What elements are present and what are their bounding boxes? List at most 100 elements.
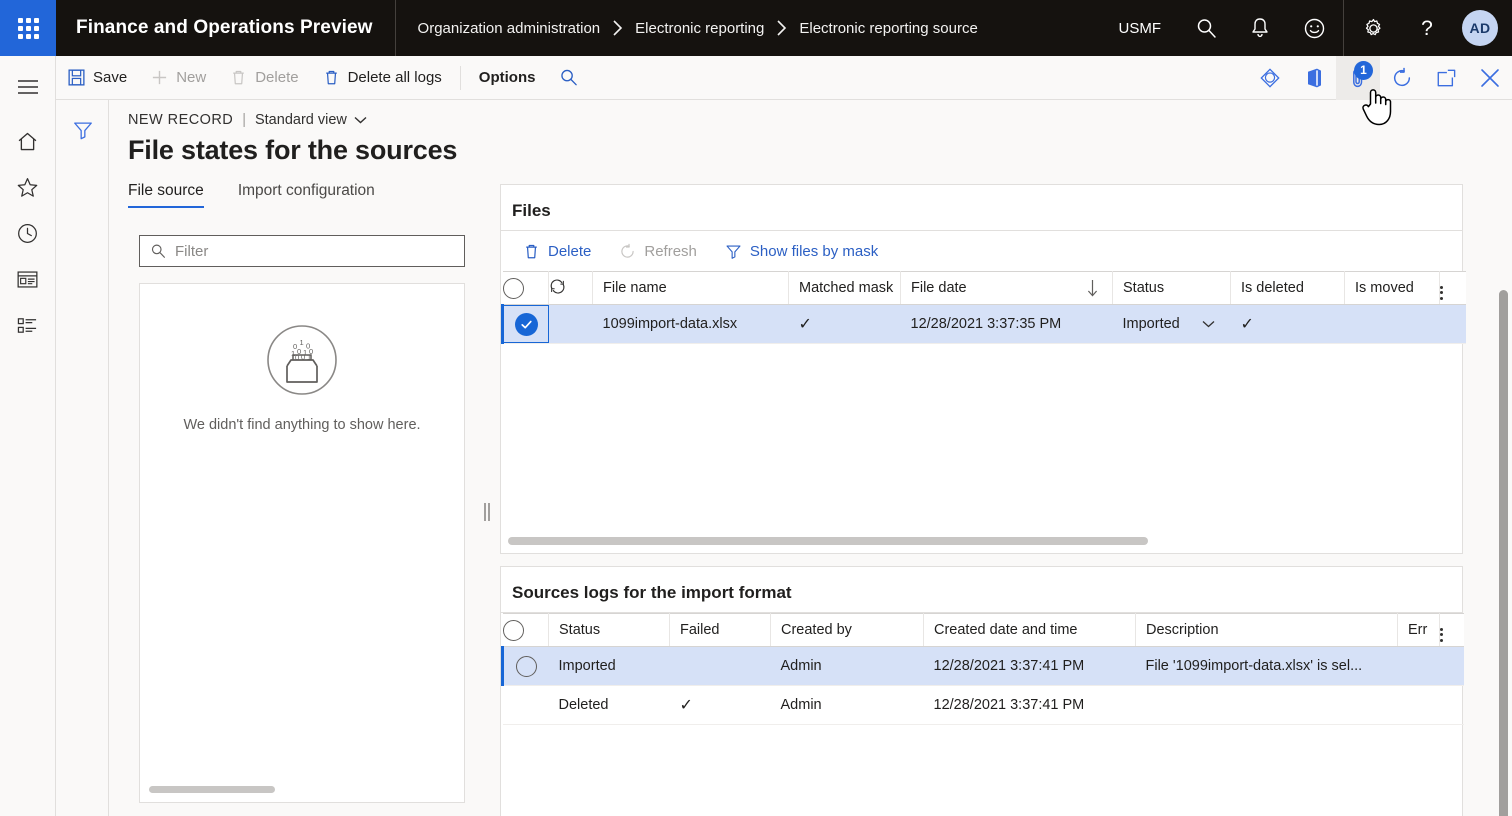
files-column-is-deleted[interactable]: Is deleted	[1231, 272, 1345, 305]
logs-column-created-by[interactable]: Created by	[771, 614, 924, 647]
logs-cell-created-date[interactable]: 12/28/2021 3:37:41 PM	[924, 647, 1136, 686]
tab-file-source-label: File source	[128, 182, 204, 199]
table-row[interactable]: 1099import-data.xlsx ✓ 12/28/2021 3:37:3…	[503, 305, 1466, 344]
sidebar-item-recent[interactable]	[0, 210, 56, 256]
files-column-file-name[interactable]: File name	[593, 272, 789, 305]
files-row-refresh-header[interactable]	[549, 272, 593, 305]
company-selector[interactable]: USMF	[1101, 20, 1180, 37]
files-row-spacer	[1440, 305, 1466, 344]
empty-state-message: We didn't find anything to show here.	[183, 417, 420, 433]
logs-cell-failed[interactable]	[670, 647, 771, 686]
notifications-icon[interactable]	[1233, 0, 1287, 56]
new-button[interactable]: New	[139, 56, 218, 100]
tab-file-source[interactable]: File source	[128, 182, 204, 208]
search-icon[interactable]	[1179, 0, 1233, 56]
logs-row-select-radio[interactable]	[503, 686, 549, 725]
top-navigation-bar: Finance and Operations Preview Organizat…	[0, 0, 1512, 56]
files-column-matched-mask[interactable]: Matched mask	[789, 272, 901, 305]
logs-row-select-radio[interactable]	[503, 647, 549, 686]
user-avatar[interactable]: AD	[1462, 10, 1498, 46]
options-button[interactable]: Options	[467, 56, 548, 100]
popout-icon[interactable]	[1424, 56, 1468, 100]
files-cell-status-value: Imported	[1123, 316, 1180, 332]
page-vertical-scrollbar-thumb[interactable]	[1499, 290, 1508, 816]
filter-icon[interactable]	[56, 108, 109, 152]
logs-cell-created-date[interactable]: 12/28/2021 3:37:41 PM	[924, 686, 1136, 725]
show-files-by-mask-button[interactable]: Show files by mask	[713, 235, 890, 267]
sidebar-item-menu[interactable]	[0, 64, 56, 110]
personalize-icon[interactable]	[1248, 56, 1292, 100]
breadcrumb-item-electronic-reporting[interactable]: Electronic reporting	[635, 20, 764, 37]
select-all-circle-icon[interactable]	[503, 620, 524, 641]
logs-cell-created-by[interactable]: Admin	[771, 647, 924, 686]
logs-cell-created-by[interactable]: Admin	[771, 686, 924, 725]
close-icon[interactable]	[1468, 56, 1512, 100]
logs-column-failed[interactable]: Failed	[670, 614, 771, 647]
chevron-right-icon	[764, 20, 799, 36]
logs-column-error[interactable]: Err	[1398, 614, 1440, 647]
empty-folder-icon: 0 1 0 1 0 1 0 0 0 1	[266, 324, 338, 401]
delete-all-logs-button[interactable]: Delete all logs	[311, 56, 454, 100]
left-pane-horizontal-scrollbar[interactable]	[149, 786, 275, 793]
files-grid-horizontal-scrollbar[interactable]	[508, 537, 1148, 545]
files-select-all-header[interactable]	[503, 272, 549, 305]
files-grid: File name Matched mask File date Status …	[501, 271, 1466, 344]
logs-column-status[interactable]: Status	[549, 614, 670, 647]
feedback-icon[interactable]	[1287, 0, 1341, 56]
attachments-button[interactable]: 1	[1336, 56, 1380, 100]
help-icon[interactable]: ?	[1400, 0, 1454, 56]
logs-cell-description[interactable]	[1136, 686, 1398, 725]
chevron-down-icon[interactable]	[1202, 316, 1215, 332]
sidebar-item-home[interactable]	[0, 118, 56, 164]
logs-cell-error[interactable]	[1398, 647, 1440, 686]
select-all-circle-icon[interactable]	[503, 278, 524, 299]
view-selector[interactable]: Standard view	[255, 112, 367, 128]
files-column-is-moved[interactable]: Is moved	[1345, 272, 1440, 305]
files-cell-is-deleted[interactable]: ✓	[1231, 305, 1345, 344]
files-cell-file-name[interactable]: 1099import-data.xlsx	[593, 305, 789, 344]
files-cell-is-moved[interactable]	[1345, 305, 1440, 344]
office-apps-icon[interactable]	[1292, 56, 1336, 100]
save-button[interactable]: Save	[56, 56, 139, 100]
logs-cell-failed[interactable]: ✓	[670, 686, 771, 725]
files-cell-matched-mask[interactable]: ✓	[789, 305, 901, 344]
breadcrumb-item-organization-administration[interactable]: Organization administration	[418, 20, 601, 37]
logs-row-spacer	[1440, 647, 1464, 686]
sidebar-item-workspaces[interactable]	[0, 256, 56, 302]
sidebar-item-modules[interactable]	[0, 302, 56, 348]
app-title[interactable]: Finance and Operations Preview	[56, 17, 395, 39]
files-cell-file-date[interactable]: 12/28/2021 3:37:35 PM	[901, 305, 1113, 344]
delete-all-logs-label: Delete all logs	[348, 69, 442, 86]
logs-select-all-header[interactable]	[503, 614, 549, 647]
table-row[interactable]: Imported Admin 12/28/2021 3:37:41 PM Fil…	[503, 647, 1464, 686]
record-caption: NEW RECORD	[128, 112, 233, 128]
files-cell-status[interactable]: Imported	[1113, 305, 1231, 344]
app-launcher-button[interactable]	[0, 0, 56, 56]
circle-icon[interactable]	[516, 656, 537, 677]
tab-import-configuration[interactable]: Import configuration	[238, 182, 375, 208]
files-row-select-checkbox[interactable]	[503, 305, 549, 344]
logs-column-description[interactable]: Description	[1136, 614, 1398, 647]
filter-input[interactable]: Filter	[139, 235, 465, 267]
logs-cell-status[interactable]: Imported	[549, 647, 670, 686]
logs-grid-options-button[interactable]	[1440, 614, 1464, 647]
logs-column-created-date-and-time[interactable]: Created date and time	[924, 614, 1136, 647]
files-column-file-date[interactable]: File date	[901, 272, 1113, 305]
refresh-icon[interactable]	[1380, 56, 1424, 100]
pane-splitter-handle[interactable]	[481, 500, 493, 524]
files-delete-button[interactable]: Delete	[511, 235, 603, 267]
files-column-status[interactable]: Status	[1113, 272, 1231, 305]
files-refresh-button[interactable]: Refresh	[607, 235, 709, 267]
logs-cell-description[interactable]: File '1099import-data.xlsx' is sel...	[1136, 647, 1398, 686]
command-search-button[interactable]	[547, 56, 590, 100]
breadcrumb-item-electronic-reporting-source[interactable]: Electronic reporting source	[799, 20, 977, 37]
settings-gear-icon[interactable]	[1346, 0, 1400, 56]
page-vertical-scrollbar-track[interactable]	[1495, 200, 1512, 816]
logs-cell-status[interactable]: Deleted	[549, 686, 670, 725]
logs-cell-error[interactable]	[1398, 686, 1440, 725]
save-button-label: Save	[93, 69, 127, 86]
delete-button[interactable]: Delete	[218, 56, 310, 100]
files-grid-options-button[interactable]	[1440, 272, 1466, 305]
sidebar-item-favorites[interactable]	[0, 164, 56, 210]
table-row[interactable]: Deleted ✓ Admin 12/28/2021 3:37:41 PM	[503, 686, 1464, 725]
